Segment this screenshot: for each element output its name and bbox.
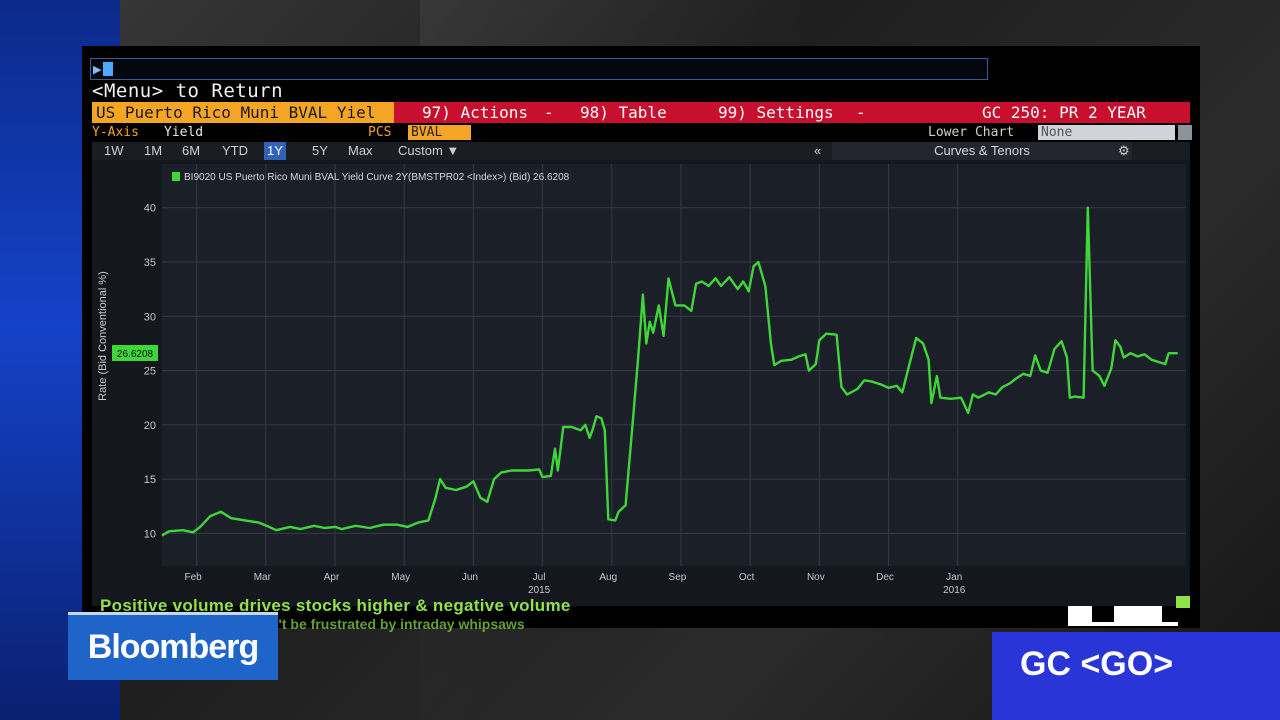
y-tick-label: 25 <box>144 366 156 378</box>
news-ticker-line2: n't be frustrated by intraday whipsaws <box>270 616 525 632</box>
y-tick-label: 10 <box>144 528 156 540</box>
range-custom-dropdown[interactable]: Custom ▼ <box>398 142 459 160</box>
yaxis-label: Y-Axis <box>92 125 139 140</box>
menu-return-text[interactable]: <Menu> to Return <box>92 80 283 102</box>
actions-menu[interactable]: 97) Actions <box>422 102 528 123</box>
function-title: GC 250: PR 2 YEAR <box>982 103 1146 122</box>
y-tick-label: 35 <box>144 257 156 269</box>
x-tick-label: Jan <box>946 572 962 583</box>
chart-panel: 10 15 20 25 30 35 40 Feb Mar Apr May Jun Jul Aug Sep Oc… <box>92 160 1190 606</box>
x-tick-label: May <box>391 572 410 583</box>
x-year-label: 2015 <box>528 585 551 596</box>
gear-icon[interactable]: ⚙ <box>1118 142 1130 160</box>
x-tick-label: Jul <box>533 572 546 583</box>
pcs-label: PCS <box>368 125 392 140</box>
y-tick-label: 20 <box>144 420 156 432</box>
collapse-icon[interactable]: « <box>814 142 821 160</box>
text-cursor <box>103 62 113 76</box>
command-caret-icon: ▶ <box>93 64 102 76</box>
command-line-input[interactable]: ▶ <box>90 58 988 80</box>
x-tick-label: Mar <box>254 572 272 583</box>
x-tick-label: Aug <box>599 572 617 583</box>
curves-tenors-tab[interactable]: Curves & Tenors <box>832 142 1132 160</box>
x-year-label: 2016 <box>943 585 966 596</box>
security-name[interactable]: US Puerto Rico Muni BVAL Yiel <box>92 102 394 123</box>
legend-swatch <box>172 172 180 181</box>
pcs-field[interactable]: BVAL <box>408 125 471 140</box>
range-ytd-button[interactable]: YTD <box>222 142 248 160</box>
range-1y-button[interactable]: 1Y <box>264 142 286 160</box>
x-tick-label: Oct <box>739 572 755 583</box>
table-menu[interactable]: 98) Table <box>580 102 667 123</box>
y-tick-label: 40 <box>144 203 156 215</box>
range-6m-button[interactable]: 6M <box>182 142 200 160</box>
x-tick-label: Nov <box>807 572 825 583</box>
x-tick-label: Apr <box>324 572 340 583</box>
last-value-label: 26.6208 <box>117 349 154 360</box>
range-max-button[interactable]: Max <box>348 142 373 160</box>
function-go-banner: GC <GO> <box>992 632 1280 720</box>
lower-chart-select[interactable]: None <box>1038 125 1175 140</box>
x-tick-label: Sep <box>669 572 687 583</box>
time-range-bar: 1W 1M 6M YTD 1Y 5Y Max Custom ▼ « Curves… <box>92 142 1190 160</box>
range-5y-button[interactable]: 5Y <box>312 142 328 160</box>
y-tick-label: 30 <box>144 311 156 323</box>
bloomberg-terminal-screen: ▶ <Menu> to Return US Puerto Rico Muni B… <box>82 46 1200 628</box>
legend-label: BI9020 US Puerto Rico Muni BVAL Yield Cu… <box>184 172 570 183</box>
range-1m-button[interactable]: 1M <box>144 142 162 160</box>
lower-chart-dropdown-icon[interactable] <box>1178 125 1192 140</box>
x-tick-label: Dec <box>876 572 894 583</box>
yield-line-chart: 10 15 20 25 30 35 40 Feb Mar Apr May Jun Jul Aug Sep Oc… <box>97 164 1186 596</box>
chart-options-row: Y-Axis Yield PCS BVAL Lower Chart None <box>92 124 1192 142</box>
settings-dropdown-dash: - <box>856 103 866 122</box>
white-block <box>1068 606 1092 622</box>
y-axis-title: Rate (Bid Conventional %) <box>97 271 109 401</box>
white-block <box>1114 606 1162 622</box>
settings-menu[interactable]: 99) Settings <box>718 102 834 123</box>
actions-dropdown-dash: - <box>544 103 554 122</box>
green-indicator <box>1176 596 1190 608</box>
screen-white-mark <box>1068 606 1178 626</box>
y-tick-label: 15 <box>144 474 156 486</box>
lower-chart-label: Lower Chart <box>928 125 1015 140</box>
yaxis-value[interactable]: Yield <box>164 125 203 140</box>
range-1w-button[interactable]: 1W <box>104 142 124 160</box>
function-toolbar: US Puerto Rico Muni BVAL Yiel 97) Action… <box>92 102 1190 123</box>
x-tick-label: Feb <box>185 572 203 583</box>
x-tick-label: Jun <box>462 572 478 583</box>
bloomberg-logo: Bloomberg <box>68 612 278 680</box>
